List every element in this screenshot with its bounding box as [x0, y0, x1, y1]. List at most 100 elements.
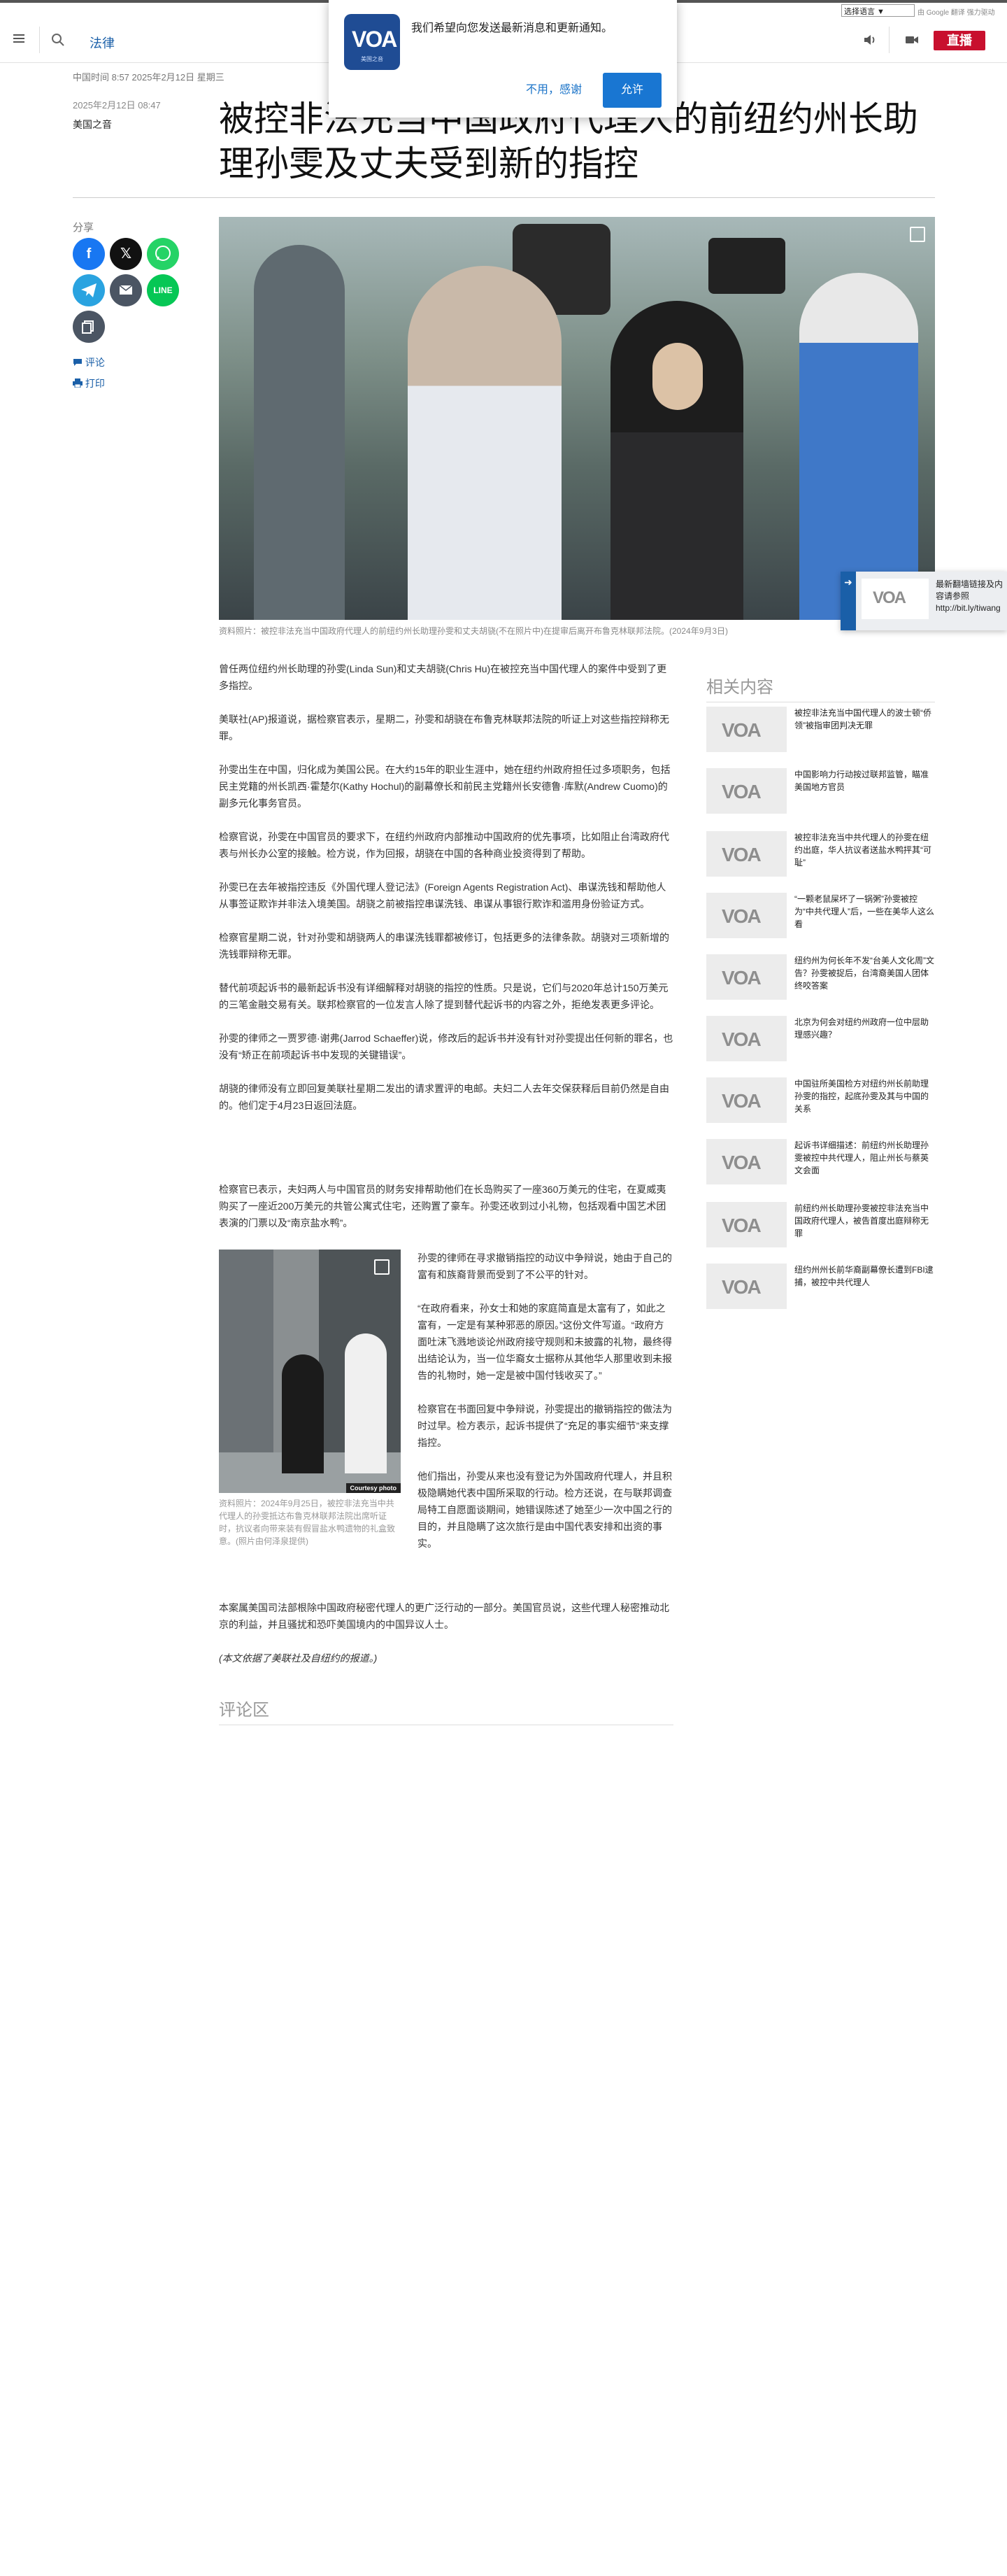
audio-icon[interactable] [862, 32, 878, 48]
search-icon[interactable] [50, 32, 66, 48]
notification-prompt: VOA 美国之音 我们希望向您发送最新消息和更新通知。 不用，感谢 允许 [329, 0, 677, 118]
dateline: 中国时间 8:57 2025年2月12日 星期三 [73, 72, 224, 83]
envelope-icon [119, 285, 133, 295]
voa-logo-text: VOA [722, 1276, 762, 1298]
article-paragraph: 孙雯的律师在寻求撤销指控的动议中争辩说，她由于自己的富有和族裔背景而受到了不公平… [417, 1252, 672, 1280]
header-divider [889, 27, 890, 53]
sticky-promo[interactable]: ➜ VOA 最新翻墙链接及内容请参照 http://bit.ly/tiwang [841, 572, 1007, 630]
whatsapp-share-button[interactable] [147, 238, 179, 270]
header-divider [39, 27, 40, 53]
inline-photo-caption: 资料照片：2024年9月25日，被控非法充当中共代理人的孙雯抵达布鲁克林联邦法院… [219, 1499, 396, 1546]
copy-icon [82, 320, 94, 334]
comment-link[interactable]: 评论 [73, 355, 105, 369]
related-item[interactable]: VOA 被控非法充当中国代理人的波士顿“侨领”被指审团判决无罪 [706, 707, 935, 757]
article-paragraph: 曾任两位纽约州长助理的孙雯(Linda Sun)和丈夫胡骁(Chris Hu)在… [219, 663, 667, 691]
byline[interactable]: 美国之音 [73, 118, 112, 132]
publish-date: 2025年2月12日 08:47 [73, 100, 161, 111]
live-button[interactable]: 直播 [934, 31, 985, 50]
hero-caption: 资料照片：被控非法充当中国政府代理人的前纽约州长助理孙雯和丈夫胡骁(不在照片中)… [219, 626, 729, 636]
facebook-share-button[interactable]: f [73, 238, 105, 270]
email-share-button[interactable] [110, 274, 142, 306]
fullscreen-icon[interactable] [374, 1259, 390, 1275]
menu-icon[interactable] [11, 32, 27, 48]
article-paragraph: 孙雯出生在中国，归化成为美国公民。在大约15年的职业生涯中，她在纽约州政府担任过… [219, 764, 671, 809]
related-item[interactable]: VOA 中国驻所美国检方对纽约州长前助理孙雯的指控，起底孙雯及其与中国的关系 [706, 1077, 935, 1128]
inline-photo[interactable]: Courtesy photo [219, 1250, 401, 1493]
voa-logo-text: VOA [722, 967, 762, 989]
article-paragraph: 检察官星期二说，针对孙雯和胡骁两人的串谋洗钱罪都被修订，包括更多的法律条款。胡骁… [219, 932, 669, 960]
related-title: 纽约州为何长年不发“台美人文化周”文告？孙雯被捉后，台湾裔美国人团体终咬答案 [794, 956, 934, 991]
sticky-text: 最新翻墙链接及内容请参照 http://bit.ly/tiwang [936, 579, 1004, 613]
related-item[interactable]: VOA 中国影响力行动按过联邦监管，瞄准美国地方官员 [706, 768, 935, 819]
voa-logo-text: VOA [352, 27, 397, 52]
article-paragraph: 替代前项起诉书的最新起诉书没有详细解释对胡骁的指控的性质。只是说，它们与2020… [219, 982, 669, 1010]
article-body-beside-photo: 孙雯的律师在寻求撤销指控的动议中争辩说，她由于自己的富有和族裔背景而受到了不公平… [417, 1250, 673, 1569]
copy-link-button[interactable] [73, 311, 105, 343]
voa-logo-text: VOA [873, 588, 906, 607]
related-title: 被控非法充当中国代理人的波士顿“侨领”被指审团判决无罪 [794, 708, 931, 730]
share-label: 分享 [73, 222, 94, 234]
related-thumbnail: VOA [706, 1264, 787, 1309]
related-item[interactable]: VOA 纽约州州长前华裔副幕僚长遭到FBI逮捕，被控中共代理人 [706, 1264, 935, 1314]
deny-button[interactable]: 不用，感谢 [519, 73, 589, 108]
related-item[interactable]: VOA “一颗老鼠屎坏了一锅粥”孙雯被控为“中共代理人”后，一些在美华人这么看 [706, 893, 935, 943]
related-title: 中国影响力行动按过联邦监管，瞄准美国地方官员 [794, 770, 929, 792]
voa-logo-text: VOA [722, 905, 762, 927]
voa-logo-text: VOA [722, 844, 762, 865]
article-paragraph: 本案属美国司法部根除中国政府秘密代理人的更广泛行动的一部分。美国官员说，这些代理… [219, 1602, 669, 1630]
related-thumbnail: VOA [706, 1016, 787, 1061]
comments-heading: 评论区 [219, 1696, 673, 1725]
article-paragraph: 胡骁的律师没有立即回复美联社星期二发出的请求置评的电邮。夫妇二人去年交保获释后目… [219, 1083, 669, 1111]
related-item[interactable]: VOA 前纽约州长助理孙雯被控非法充当中国政府代理人，被告首度出庭辩称无罪 [706, 1202, 935, 1252]
telegram-icon [81, 283, 97, 297]
comment-icon [73, 359, 82, 366]
comment-label: 评论 [85, 357, 105, 368]
fullscreen-icon[interactable] [910, 227, 925, 242]
article-paragraph: 检察官说，孙雯在中国官员的要求下，在纽约州政府内部推动中国政府的优先事项，比如阻… [219, 831, 669, 859]
related-title: 中国驻所美国检方对纽约州长前助理孙雯的指控，起底孙雯及其与中国的关系 [794, 1079, 929, 1114]
voa-logo-text: VOA [722, 719, 762, 741]
print-label: 打印 [85, 378, 105, 389]
related-thumbnail: VOA [706, 768, 787, 814]
article-paragraph: 他们指出，孙雯从来也没有登记为外国政府代理人，并且积极隐瞒她代表中国所采取的行动… [417, 1471, 672, 1549]
google-translate-attribution[interactable]: 由 Google 翻译 强力驱动 [917, 6, 995, 17]
collapse-arrow-icon[interactable]: ➜ [841, 572, 856, 630]
title-divider [73, 197, 935, 198]
article-paragraph: “在政府看来，孙女士和她的家庭简直是太富有了，如此之富有，一定是有某种邪恶的原因… [417, 1303, 672, 1381]
line-share-button[interactable]: LINE [147, 274, 179, 306]
related-title: 北京为何会对纽约州政府一位中层助理感兴趣？ [794, 1017, 929, 1040]
related-thumbnail: VOA [706, 954, 787, 1000]
voa-logo-text: VOA [722, 1215, 762, 1236]
language-select[interactable]: 选择语言 ▼ [841, 4, 915, 17]
related-title: 被控非法充当中共代理人的孙雯在纽约出庭，华人抗议者送盐水鸭抨其“可耻” [794, 833, 931, 868]
related-item[interactable]: VOA 起诉书详细描述：前纽约州长助理孙雯被控中共代理人，阻止州长与蔡英文会面 [706, 1139, 935, 1189]
related-thumbnail: VOA [706, 1077, 787, 1123]
voa-logo-text: VOA [722, 1028, 762, 1050]
whatsapp-icon [155, 246, 171, 261]
print-icon [73, 378, 83, 388]
line-icon: LINE [153, 285, 173, 295]
telegram-share-button[interactable] [73, 274, 105, 306]
voa-logo-text: VOA [722, 781, 762, 802]
related-item[interactable]: VOA 被控非法充当中共代理人的孙雯在纽约出庭，华人抗议者送盐水鸭抨其“可耻” [706, 831, 935, 882]
voa-logo-subtext: 美国之音 [361, 56, 383, 62]
related-item[interactable]: VOA 纽约州为何长年不发“台美人文化周”文告？孙雯被捉后，台湾裔美国人团体终咬答… [706, 954, 935, 1005]
notification-message: 我们希望向您发送最新消息和更新通知。 [411, 22, 613, 34]
voa-logo-text: VOA [722, 1152, 762, 1173]
related-content: 相关内容 VOA 被控非法充当中国代理人的波士顿“侨领”被指审团判决无罪 VOA 中… [706, 673, 935, 1309]
article-ending: 本案属美国司法部根除中国政府秘密代理人的更广泛行动的一部分。美国官员说，这些代理… [219, 1599, 673, 1683]
related-item[interactable]: VOA 北京为何会对纽约州政府一位中层助理感兴趣？ [706, 1016, 935, 1066]
article-body: 曾任两位纽约州长助理的孙雯(Linda Sun)和丈夫胡骁(Chris Hu)在… [219, 660, 673, 1131]
hero-photo[interactable] [219, 217, 935, 620]
related-title: 纽约州州长前华裔副幕僚长遭到FBI逮捕，被控中共代理人 [794, 1265, 934, 1287]
voa-logo-text: VOA [722, 1090, 762, 1112]
sticky-thumbnail: VOA [862, 579, 929, 619]
article-paragraph: 美联社(AP)报道说，据检察官表示，星期二，孙雯和胡骁在布鲁克林联邦法院的听证上… [219, 714, 669, 742]
allow-button[interactable]: 允许 [603, 73, 662, 108]
section-link[interactable]: 法律 [90, 34, 115, 52]
x-share-button[interactable]: 𝕏 [110, 238, 142, 270]
article-paragraph: 孙雯的律师之一贾罗德·谢弗(Jarrod Schaeffer)说，修改后的起诉书… [219, 1033, 673, 1061]
video-icon[interactable] [904, 32, 920, 48]
print-link[interactable]: 打印 [73, 376, 105, 390]
related-thumbnail: VOA [706, 893, 787, 938]
